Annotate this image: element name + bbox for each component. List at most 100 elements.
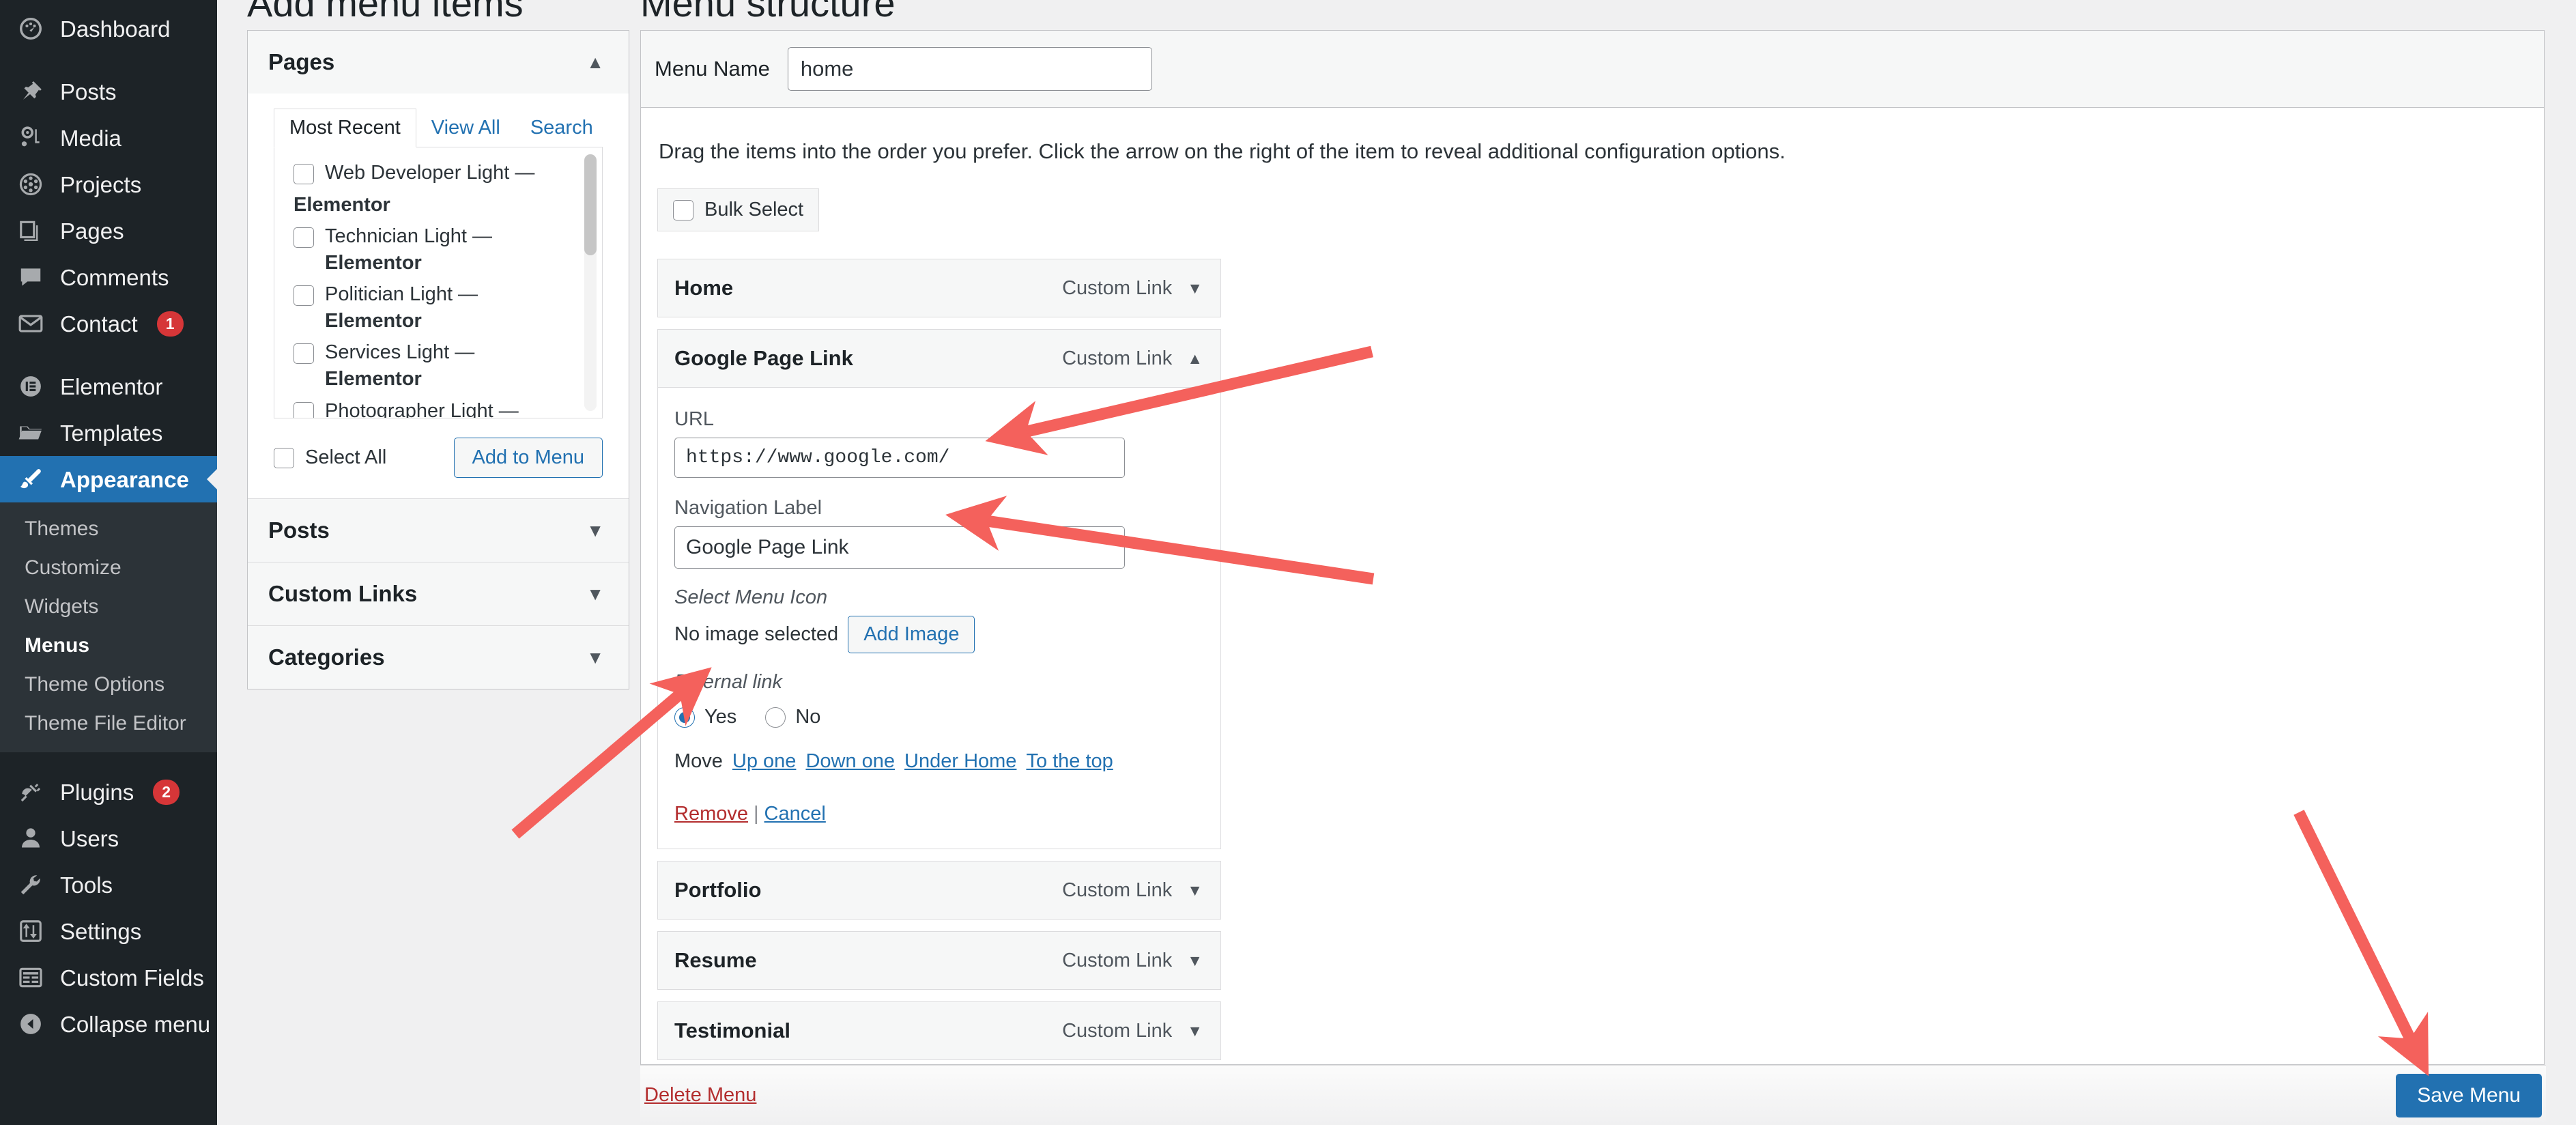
menu-item-header[interactable]: Portfolio Custom Link ▼ — [657, 861, 1221, 920]
delete-menu-link[interactable]: Delete Menu — [644, 1084, 756, 1107]
accordion-pages-body: Most Recent View All Search Web Develope… — [248, 109, 629, 498]
sidebar-item-settings[interactable]: Settings — [0, 908, 217, 954]
pages-tabs: Most Recent View All Search — [274, 109, 608, 147]
radio-indicator-yes[interactable] — [674, 707, 695, 728]
list-item[interactable]: Politician Light — Elementor — [274, 279, 602, 337]
chevron-down-icon[interactable]: ▼ — [1187, 280, 1203, 296]
menu-structure-body: Drag the items into the order you prefer… — [641, 108, 2544, 1064]
menu-structure-panel: Menu Name Drag the items into the order … — [640, 30, 2545, 1065]
page-checkbox[interactable] — [294, 401, 314, 418]
accordion-posts-header[interactable]: Posts ▼ — [248, 499, 629, 562]
menu-item-type: Custom Link — [1062, 879, 1173, 901]
cancel-link[interactable]: Cancel — [764, 803, 826, 825]
navigation-label-field[interactable] — [674, 526, 1125, 569]
save-menu-button[interactable]: Save Menu — [2396, 1073, 2542, 1117]
bulk-select-control[interactable]: Bulk Select — [657, 188, 820, 231]
list-item-wrap: Elementor — [274, 189, 602, 221]
add-menu-items-panel: Pages ▲ Most Recent View All Search Web … — [247, 30, 629, 689]
sidebar-subitem-menus[interactable]: Menus — [0, 626, 217, 665]
sidebar-item-tools[interactable]: Tools — [0, 861, 217, 908]
drag-instruction-text: Drag the items into the order you prefer… — [659, 139, 1786, 163]
chevron-down-icon[interactable]: ▼ — [1187, 1023, 1203, 1039]
pages-checkbox-list[interactable]: Web Developer Light — Elementor Technici… — [274, 147, 603, 418]
sidebar-item-templates[interactable]: Templates — [0, 410, 217, 456]
sidebar-subitem-theme-file-editor[interactable]: Theme File Editor — [0, 704, 217, 743]
accordion-categories-header[interactable]: Categories ▼ — [248, 626, 629, 689]
sidebar-item-appearance[interactable]: Appearance — [0, 456, 218, 502]
move-to-the-top-link[interactable]: To the top — [1026, 750, 1113, 772]
chevron-down-icon[interactable]: ▼ — [586, 522, 604, 539]
chevron-down-icon[interactable]: ▼ — [1187, 882, 1203, 898]
menu-name-input[interactable] — [787, 47, 1152, 91]
sidebar-item-projects[interactable]: Projects — [0, 161, 217, 208]
page-title-menu-structure: Menu structure — [640, 0, 896, 25]
media-icon — [16, 124, 45, 152]
move-down-one-link[interactable]: Down one — [805, 750, 895, 772]
external-link-yes-radio[interactable]: Yes — [674, 706, 736, 728]
sidebar-item-pages[interactable]: Pages — [0, 208, 217, 254]
radio-indicator-no[interactable] — [765, 707, 786, 728]
menu-item-header[interactable]: Testimonial Custom Link ▼ — [657, 1001, 1221, 1060]
sidebar-item-plugins[interactable]: Plugins 2 — [0, 769, 217, 815]
sidebar-item-label: Elementor — [60, 373, 163, 399]
sidebar-subitem-themes[interactable]: Themes — [0, 509, 217, 548]
menu-item-meta: Custom Link ▲ — [1062, 347, 1203, 370]
scrollbar-thumb[interactable] — [584, 154, 597, 255]
separator: | — [754, 803, 759, 825]
sidebar-item-dashboard[interactable]: Dashboard — [0, 5, 217, 52]
tab-most-recent[interactable]: Most Recent — [274, 109, 416, 147]
menu-item-resume: Resume Custom Link ▼ — [657, 931, 1221, 990]
sidebar-item-elementor[interactable]: Elementor — [0, 363, 217, 410]
list-item[interactable]: Technician Light — Elementor — [274, 220, 602, 279]
comments-icon — [16, 263, 45, 291]
chevron-up-icon[interactable]: ▲ — [1187, 350, 1203, 367]
menu-item-header[interactable]: Resume Custom Link ▼ — [657, 931, 1221, 990]
select-all-checkbox[interactable] — [274, 447, 294, 468]
bulk-select-checkbox[interactable] — [673, 199, 693, 220]
tab-search[interactable]: Search — [515, 109, 608, 147]
sidebar-subitem-customize[interactable]: Customize — [0, 548, 217, 587]
accordion-custom-links-header[interactable]: Custom Links ▼ — [248, 562, 629, 625]
sidebar-item-comments[interactable]: Comments — [0, 254, 217, 300]
menu-item-meta: Custom Link ▼ — [1062, 1020, 1203, 1042]
url-field[interactable] — [674, 438, 1125, 478]
sidebar-item-media[interactable]: Media — [0, 115, 217, 161]
menu-name-bar: Menu Name — [641, 31, 2544, 108]
move-up-one-link[interactable]: Up one — [732, 750, 797, 772]
page-checkbox[interactable] — [294, 343, 314, 365]
sidebar-subitem-widgets[interactable]: Widgets — [0, 587, 217, 626]
sidebar-item-posts[interactable]: Posts — [0, 68, 217, 115]
tab-view-all[interactable]: View All — [416, 109, 515, 147]
add-to-menu-button[interactable]: Add to Menu — [453, 438, 603, 478]
menu-item-header[interactable]: Home Custom Link ▼ — [657, 259, 1221, 317]
menu-item-header[interactable]: Google Page Link Custom Link ▲ — [657, 329, 1221, 388]
chevron-up-icon[interactable]: ▲ — [586, 53, 604, 71]
page-checkbox[interactable] — [294, 164, 314, 184]
accordion-pages-header[interactable]: Pages ▲ — [248, 31, 629, 94]
select-all-control[interactable]: Select All — [274, 446, 386, 469]
list-item[interactable]: Photographer Light — — [274, 395, 602, 418]
add-image-button[interactable]: Add Image — [848, 616, 975, 653]
user-icon — [16, 824, 45, 853]
sidebar-item-contact[interactable]: Contact 1 — [0, 300, 217, 347]
menu-item-type: Custom Link — [1062, 347, 1173, 369]
menu-footer-bar: Delete Menu Save Menu — [640, 1065, 2546, 1125]
chevron-down-icon[interactable]: ▼ — [586, 649, 604, 666]
sidebar-subitem-theme-options[interactable]: Theme Options — [0, 665, 217, 704]
move-under-home-link[interactable]: Under Home — [904, 750, 1016, 772]
page-checkbox[interactable] — [294, 227, 314, 248]
list-item[interactable]: Web Developer Light — — [274, 157, 602, 189]
list-item[interactable]: Services Light — Elementor — [274, 337, 602, 395]
sidebar-item-users[interactable]: Users — [0, 815, 217, 861]
brush-icon — [16, 465, 45, 494]
pages-list-scrollbar[interactable] — [584, 154, 597, 411]
chevron-down-icon[interactable]: ▼ — [1187, 952, 1203, 969]
remove-link[interactable]: Remove — [674, 803, 748, 825]
external-link-no-radio[interactable]: No — [765, 706, 820, 728]
chevron-down-icon[interactable]: ▼ — [586, 585, 604, 603]
page-checkbox[interactable] — [294, 285, 314, 307]
elementor-icon — [16, 372, 45, 401]
navigation-label-label: Navigation Label — [674, 497, 822, 519]
sidebar-item-custom-fields[interactable]: Custom Fields — [0, 954, 217, 1001]
sidebar-item-collapse-menu[interactable]: Collapse menu — [0, 1001, 217, 1047]
